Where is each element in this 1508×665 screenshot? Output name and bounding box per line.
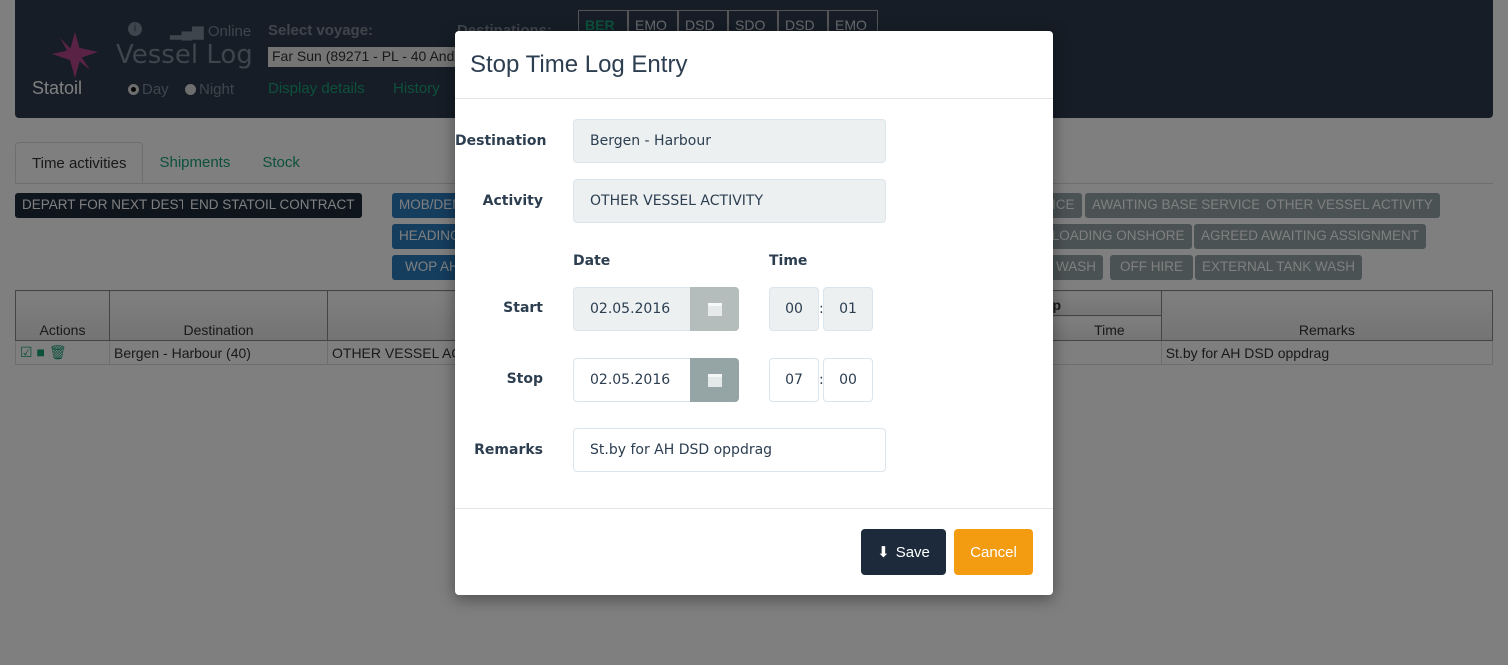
activity-field[interactable]: OTHER VESSEL ACTIVITY bbox=[573, 179, 886, 223]
start-hour-input[interactable]: 00 bbox=[769, 287, 819, 331]
destination-label: Destination bbox=[455, 133, 547, 149]
time-header: Time bbox=[769, 253, 808, 269]
remarks-label: Remarks bbox=[474, 442, 543, 458]
save-label: Save bbox=[895, 543, 930, 561]
stop-hour-input[interactable]: 07 bbox=[769, 358, 819, 402]
save-button[interactable]: ⬇ Save bbox=[861, 529, 946, 575]
destination-field[interactable]: Bergen - Harbour bbox=[573, 119, 886, 163]
stop-label: Stop bbox=[506, 371, 543, 387]
cancel-button[interactable]: Cancel bbox=[954, 529, 1033, 575]
start-date-picker-button[interactable] bbox=[690, 287, 739, 331]
divider bbox=[455, 508, 1053, 509]
start-label: Start bbox=[503, 300, 543, 316]
stop-time-log-entry-dialog: Stop Time Log Entry Destination Bergen -… bbox=[455, 31, 1053, 595]
calendar-icon bbox=[707, 373, 722, 387]
remarks-input[interactable]: St.by for AH DSD oppdrag bbox=[573, 428, 886, 472]
stop-date-picker-button[interactable] bbox=[690, 358, 739, 402]
start-minute-input[interactable]: 01 bbox=[823, 287, 873, 331]
activity-label: Activity bbox=[482, 193, 543, 209]
date-header: Date bbox=[573, 253, 611, 269]
download-icon: ⬇ bbox=[877, 544, 890, 561]
dialog-title: Stop Time Log Entry bbox=[470, 51, 688, 78]
calendar-icon bbox=[707, 302, 722, 316]
stop-minute-input[interactable]: 00 bbox=[823, 358, 873, 402]
divider bbox=[455, 98, 1053, 99]
